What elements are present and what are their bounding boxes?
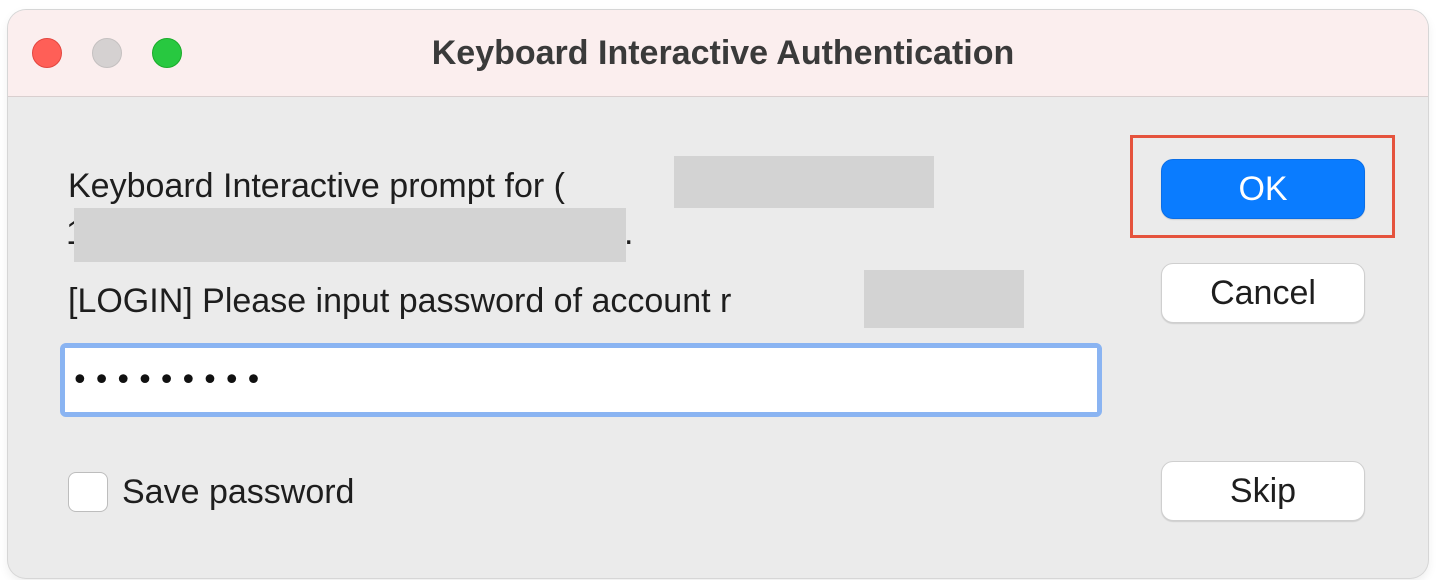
save-password-checkbox[interactable] (68, 472, 108, 512)
password-input[interactable] (65, 348, 1097, 412)
save-password-label: Save password (122, 473, 355, 511)
redacted-host-address (74, 208, 626, 262)
prompt-host-line: Keyboard Interactive prompt for ( (68, 167, 566, 205)
redacted-account (864, 270, 1024, 328)
window-title: Keyboard Interactive Authentication (431, 34, 1015, 72)
cancel-button[interactable]: Cancel (1161, 263, 1365, 323)
login-prompt-message: [LOGIN] Please input password of account… (68, 282, 732, 320)
title-bar: Keyboard Interactive Authentication (8, 10, 1428, 97)
password-field[interactable] (60, 343, 1102, 417)
skip-button[interactable]: Skip (1161, 461, 1365, 521)
redacted-host (674, 156, 934, 208)
auth-dialog-window: Keyboard Interactive Authentication Keyb… (8, 10, 1428, 578)
ok-button-highlight-box (1130, 135, 1395, 238)
